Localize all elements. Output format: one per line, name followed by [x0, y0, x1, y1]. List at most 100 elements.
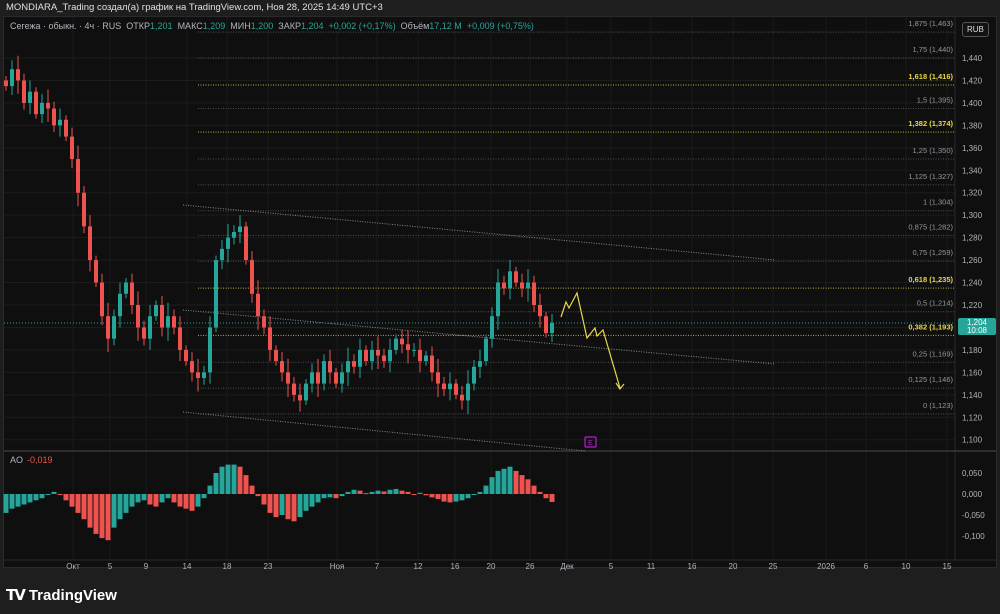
ao-bar — [405, 491, 411, 494]
ao-bar — [213, 473, 219, 494]
ao-bar — [231, 464, 237, 494]
ao-bar — [165, 494, 171, 499]
ao-bar — [267, 494, 273, 513]
ao-bar — [141, 494, 147, 501]
candle-body — [550, 322, 554, 334]
ao-bar — [99, 494, 105, 539]
high-label: МАКС — [177, 21, 203, 31]
ao-bar — [177, 494, 183, 507]
channel-line — [182, 411, 586, 452]
candle-body — [208, 327, 212, 373]
fib-label: 1,382 (1,374) — [908, 119, 953, 128]
fib-label: 1,25 (1,350) — [913, 146, 954, 155]
candle-body — [304, 383, 308, 401]
candle-body — [112, 316, 116, 339]
open-value: 1,201 — [150, 21, 173, 31]
fib-label: 0,618 (1,235) — [908, 275, 953, 284]
ao-bar — [399, 490, 405, 494]
time-tick: 16 — [688, 562, 697, 571]
candle-body — [466, 383, 470, 401]
ao-value: -0,019 — [27, 455, 53, 465]
fib-label: 1 (1,304) — [923, 198, 954, 207]
ao-bar — [507, 466, 513, 494]
candle-body — [526, 282, 530, 289]
open-label: ОТКР — [126, 21, 151, 31]
candle-body — [70, 136, 74, 160]
candle-body — [508, 271, 512, 289]
candle-body — [268, 327, 272, 350]
fib-label: 0,125 (1,146) — [908, 375, 953, 384]
candle-body — [280, 361, 284, 373]
ao-bar — [111, 494, 117, 528]
candle-body — [232, 232, 236, 238]
ao-bar — [93, 494, 99, 534]
brand-name: TradingView — [28, 586, 117, 604]
candle-body — [370, 349, 374, 362]
candle-body — [412, 349, 416, 351]
candle-body — [244, 226, 248, 261]
ao-bar — [291, 494, 297, 522]
candle-body — [16, 69, 20, 81]
candle-body — [28, 91, 32, 103]
ao-bar — [51, 491, 57, 494]
time-tick: 2026 — [817, 562, 835, 571]
candle-body — [94, 260, 98, 283]
ao-bar — [501, 468, 507, 494]
time-tick: 26 — [526, 562, 535, 571]
symbol-name[interactable]: Сегежа · обыкн. · 4ч · RUS — [10, 21, 121, 31]
tv-logo-icon: 𝗧𝗩 — [6, 587, 26, 604]
ao-bar — [369, 491, 375, 494]
ao-tick: 0,000 — [962, 490, 983, 499]
candle-body — [172, 316, 176, 328]
ao-bar — [315, 494, 321, 503]
time-tick: 12 — [414, 562, 423, 571]
ao-bar — [249, 485, 255, 494]
ao-bar — [189, 494, 195, 511]
price-tick: 1,420 — [962, 76, 983, 85]
ao-bar — [429, 494, 435, 498]
candle-body — [166, 316, 170, 328]
time-tick: 16 — [451, 562, 460, 571]
fib-label: 1,618 (1,416) — [908, 72, 953, 81]
ao-bar — [159, 494, 165, 503]
ao-bar — [447, 494, 453, 503]
candle-body — [538, 305, 542, 317]
candle-body — [106, 316, 110, 339]
ao-bar — [471, 494, 477, 495]
close-value: 1,204 — [300, 21, 324, 31]
fib-label: 1,125 (1,327) — [908, 172, 953, 181]
currency-button[interactable]: RUB — [962, 22, 989, 37]
candle-body — [334, 372, 338, 384]
ao-legend[interactable]: AO -0,019 — [10, 455, 53, 465]
fib-label: 0,75 (1,259) — [913, 248, 954, 257]
ao-bar — [321, 494, 327, 499]
candle-body — [478, 361, 482, 367]
close-label: ЗАКР — [278, 21, 301, 31]
ao-bar — [411, 494, 417, 495]
chart-canvas[interactable]: 1,440 1,420 1,400 1,380 1,360 1,340 1,320 1,300… — [0, 0, 1000, 614]
tradingview-logo[interactable]: 𝗧𝗩 TradingView — [6, 586, 117, 605]
ao-bar — [309, 494, 315, 507]
time-tick: 14 — [183, 562, 192, 571]
candle-body — [400, 338, 404, 345]
ao-bar — [81, 494, 87, 520]
candle-body — [322, 361, 326, 384]
ao-bar — [63, 494, 69, 501]
ao-bar — [393, 488, 399, 494]
ao-bar — [123, 494, 129, 513]
candle-body — [220, 248, 224, 261]
ao-bar — [549, 494, 555, 502]
low-label: МИН — [230, 21, 251, 31]
ao-bar — [153, 494, 159, 507]
candle-body — [448, 383, 452, 390]
candle-body — [64, 119, 68, 137]
time-tick: 20 — [487, 562, 496, 571]
candle-body — [352, 361, 356, 367]
price-tick: 1,320 — [962, 189, 983, 198]
candle-body — [484, 338, 488, 362]
price-tick: 1,360 — [962, 144, 983, 153]
price-tick: 1,160 — [962, 368, 983, 377]
candle-body — [160, 305, 164, 328]
candle-body — [310, 372, 314, 384]
ao-bar — [3, 494, 9, 513]
